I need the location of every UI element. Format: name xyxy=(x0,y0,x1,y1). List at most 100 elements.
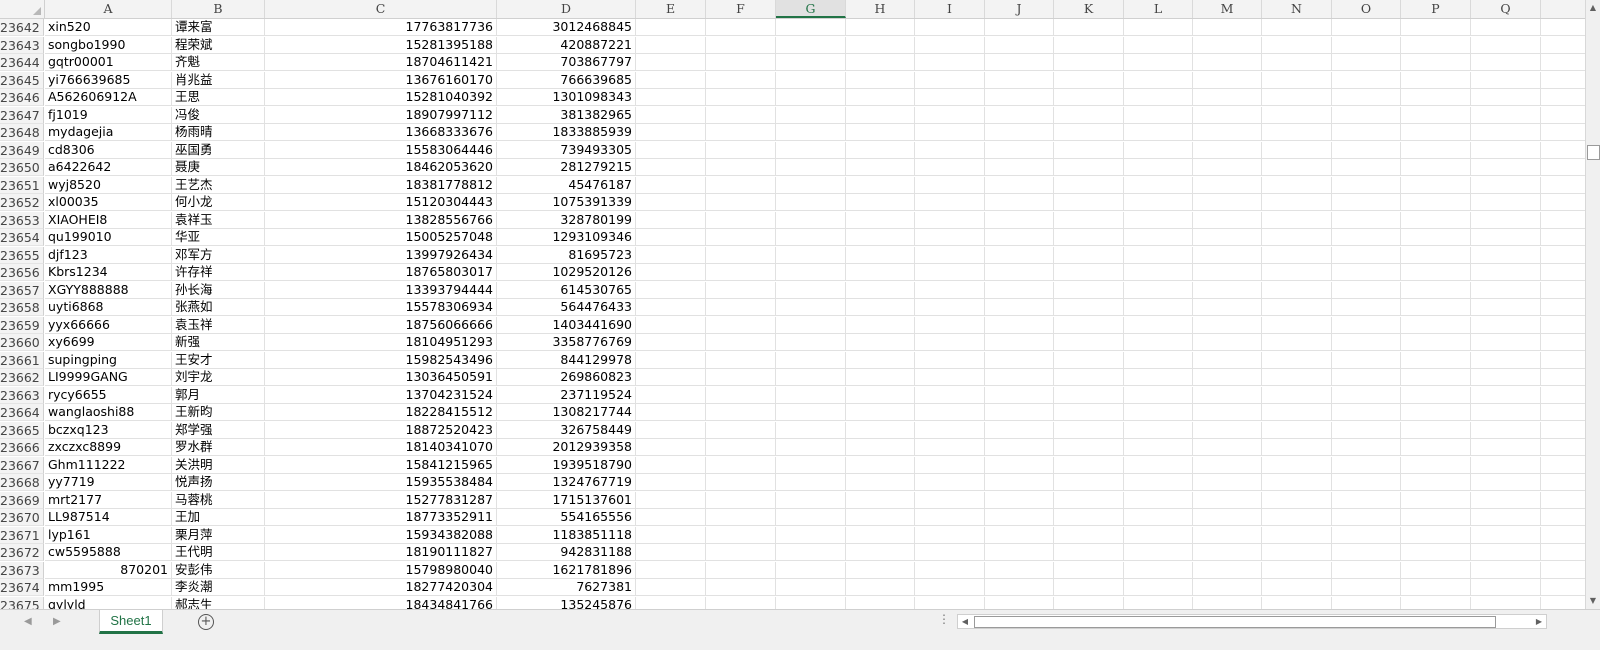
cell-c[interactable]: 18190111827 xyxy=(265,544,497,560)
cell-f[interactable] xyxy=(706,282,776,298)
cell-a[interactable]: mydagejia xyxy=(45,124,172,140)
cell-b[interactable]: 冯俊 xyxy=(172,107,265,123)
cell-g[interactable] xyxy=(776,317,846,333)
cell-l[interactable] xyxy=(1124,317,1193,333)
cell-i[interactable] xyxy=(915,72,985,88)
cell-m[interactable] xyxy=(1193,509,1262,525)
cell-j[interactable] xyxy=(985,457,1054,473)
cell-h[interactable] xyxy=(846,369,915,385)
row-header[interactable]: 23663 xyxy=(0,387,44,404)
cell-d[interactable]: 3358776769 xyxy=(497,334,636,350)
cell-g[interactable] xyxy=(776,247,846,263)
cell-d[interactable]: 1324767719 xyxy=(497,474,636,490)
column-header-a[interactable]: A xyxy=(45,0,172,18)
cell-c[interactable]: 18756066666 xyxy=(265,317,497,333)
cell-p[interactable] xyxy=(1401,387,1471,403)
horizontal-scrollbar[interactable]: ◀ ▶ xyxy=(957,614,1547,629)
row-header[interactable]: 23660 xyxy=(0,334,44,351)
cell-m[interactable] xyxy=(1193,474,1262,490)
cell-q[interactable] xyxy=(1471,579,1541,595)
cell-p[interactable] xyxy=(1401,124,1471,140)
cell-i[interactable] xyxy=(915,54,985,70)
cell-q[interactable] xyxy=(1471,509,1541,525)
cell-k[interactable] xyxy=(1054,527,1124,543)
cell-k[interactable] xyxy=(1054,19,1124,35)
next-sheet-icon[interactable]: ▶ xyxy=(53,616,61,627)
row-header[interactable]: 23671 xyxy=(0,527,44,544)
cell-f[interactable] xyxy=(706,369,776,385)
cell-e[interactable] xyxy=(636,509,706,525)
cell-c[interactable]: 13704231524 xyxy=(265,387,497,403)
cell-a[interactable]: wyj8520 xyxy=(45,177,172,193)
cell-k[interactable] xyxy=(1054,194,1124,210)
cell-f[interactable] xyxy=(706,212,776,228)
cell-o[interactable] xyxy=(1332,457,1401,473)
cell-p[interactable] xyxy=(1401,544,1471,560)
cell-p[interactable] xyxy=(1401,492,1471,508)
cell-m[interactable] xyxy=(1193,299,1262,315)
row-header[interactable]: 23668 xyxy=(0,474,44,491)
cell-e[interactable] xyxy=(636,457,706,473)
cell-j[interactable] xyxy=(985,124,1054,140)
cell-q[interactable] xyxy=(1471,177,1541,193)
cell-c[interactable]: 15578306934 xyxy=(265,299,497,315)
cell-g[interactable] xyxy=(776,404,846,420)
cell-m[interactable] xyxy=(1193,177,1262,193)
cell-i[interactable] xyxy=(915,212,985,228)
cell-p[interactable] xyxy=(1401,72,1471,88)
row-header[interactable]: 23644 xyxy=(0,54,44,71)
cell-j[interactable] xyxy=(985,387,1054,403)
cell-n[interactable] xyxy=(1262,177,1332,193)
cell-d[interactable]: 942831188 xyxy=(497,544,636,560)
cell-l[interactable] xyxy=(1124,229,1193,245)
cell-c[interactable]: 18277420304 xyxy=(265,579,497,595)
cell-b[interactable]: 郭月 xyxy=(172,387,265,403)
cell-o[interactable] xyxy=(1332,352,1401,368)
cell-d[interactable]: 281279215 xyxy=(497,159,636,175)
cell-g[interactable] xyxy=(776,544,846,560)
cell-o[interactable] xyxy=(1332,159,1401,175)
cell-m[interactable] xyxy=(1193,562,1262,578)
cell-e[interactable] xyxy=(636,299,706,315)
cell-h[interactable] xyxy=(846,264,915,280)
cell-o[interactable] xyxy=(1332,404,1401,420)
cell-g[interactable] xyxy=(776,509,846,525)
cell-e[interactable] xyxy=(636,37,706,53)
cell-m[interactable] xyxy=(1193,457,1262,473)
cell-f[interactable] xyxy=(706,317,776,333)
cell-b[interactable]: 刘宇龙 xyxy=(172,369,265,385)
cell-k[interactable] xyxy=(1054,579,1124,595)
cell-b[interactable]: 邓军方 xyxy=(172,247,265,263)
cell-c[interactable]: 13676160170 xyxy=(265,72,497,88)
cell-o[interactable] xyxy=(1332,37,1401,53)
cell-f[interactable] xyxy=(706,579,776,595)
cell-p[interactable] xyxy=(1401,194,1471,210)
cell-h[interactable] xyxy=(846,37,915,53)
cell-n[interactable] xyxy=(1262,282,1332,298)
cell-k[interactable] xyxy=(1054,369,1124,385)
cell-p[interactable] xyxy=(1401,247,1471,263)
cell-h[interactable] xyxy=(846,317,915,333)
cell-m[interactable] xyxy=(1193,107,1262,123)
cell-j[interactable] xyxy=(985,544,1054,560)
cell-c[interactable]: 15982543496 xyxy=(265,352,497,368)
cell-d[interactable]: 703867797 xyxy=(497,54,636,70)
cell-a[interactable]: XIAOHEI8 xyxy=(45,212,172,228)
cell-g[interactable] xyxy=(776,282,846,298)
cell-j[interactable] xyxy=(985,579,1054,595)
cell-q[interactable] xyxy=(1471,247,1541,263)
select-all-corner[interactable] xyxy=(0,0,45,18)
cell-a[interactable]: supingping xyxy=(45,352,172,368)
cell-f[interactable] xyxy=(706,54,776,70)
cell-a[interactable]: songbo1990 xyxy=(45,37,172,53)
cell-d[interactable]: 381382965 xyxy=(497,107,636,123)
cell-e[interactable] xyxy=(636,387,706,403)
cell-i[interactable] xyxy=(915,387,985,403)
cell-n[interactable] xyxy=(1262,229,1332,245)
cell-f[interactable] xyxy=(706,107,776,123)
column-header-b[interactable]: B xyxy=(172,0,265,18)
cell-h[interactable] xyxy=(846,527,915,543)
cell-a[interactable]: yi766639685 xyxy=(45,72,172,88)
cell-l[interactable] xyxy=(1124,422,1193,438)
cell-h[interactable] xyxy=(846,142,915,158)
